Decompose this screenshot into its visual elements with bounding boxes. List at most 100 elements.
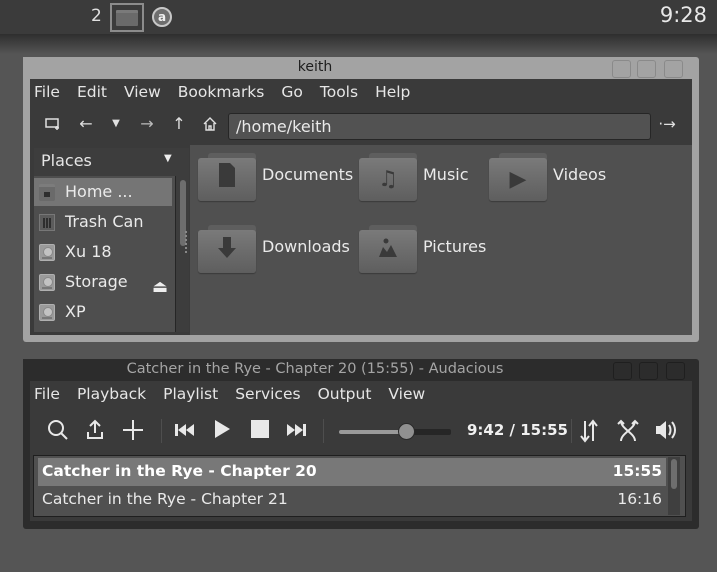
track-duration: 15:55 [612,462,662,480]
music-icon: ♫ [378,167,398,192]
back-icon[interactable]: ← [75,114,97,134]
clock[interactable]: 9:28 [660,3,707,27]
new-tab-icon[interactable] [42,116,64,136]
folder-name: Videos [553,165,607,184]
file-manager-window: keith File Edit View Bookmarks Go Tools … [23,57,699,342]
up-icon[interactable]: ↑ [168,114,190,134]
scrollbar-thumb[interactable] [671,459,677,489]
stop-icon[interactable] [247,419,273,444]
menu-playback[interactable]: Playback [74,381,153,407]
close-button[interactable] [664,60,683,78]
places-header[interactable]: Places ▼ [34,148,189,176]
menu-go[interactable]: Go [278,79,310,105]
seek-handle[interactable] [398,423,415,440]
audacious-tray-icon[interactable]: a [152,7,172,27]
close-button[interactable] [666,362,685,380]
sidebar-scrollbar[interactable] [175,176,189,332]
forward-icon[interactable]: → [136,114,158,134]
folder-icon [359,225,417,273]
sidebar-item-home[interactable]: Home ... [34,178,172,206]
folder-icon: ▶ [489,153,547,201]
next-track-icon[interactable] [284,419,310,443]
folder-name: Music [423,165,469,184]
menu-help[interactable]: Help [372,79,417,105]
menu-bookmarks[interactable]: Bookmarks [175,79,272,105]
add-files-icon[interactable] [120,419,146,446]
playlist-row[interactable]: Catcher in the Rye - Chapter 21 16:16 [38,486,666,514]
drive-icon [39,274,55,291]
document-icon [198,163,256,198]
seek-slider[interactable] [339,423,451,440]
places-label: Places [41,151,92,170]
menu-bar: File Playback Playlist Services Output V… [30,381,432,407]
window-title: keith [23,57,607,78]
menu-playlist[interactable]: Playlist [160,381,225,407]
sidebar-item-label: Trash Can [65,212,144,231]
track-title: Catcher in the Rye - Chapter 21 [42,490,288,508]
audacious-body: File Playback Playlist Services Output V… [30,381,692,521]
address-bar[interactable]: /home/keith [228,113,651,140]
shuffle-icon[interactable] [615,419,641,448]
search-icon[interactable] [45,419,71,446]
toolbar-separator [571,419,572,443]
volume-icon[interactable] [653,419,679,446]
menu-tools[interactable]: Tools [317,79,365,105]
toolbar-separator [323,419,324,443]
menu-file[interactable]: File [31,381,67,407]
drive-icon [39,304,55,321]
sidebar-item-label: XP [65,302,86,321]
playlist-scrollbar[interactable] [668,457,680,515]
pictures-icon [359,235,417,270]
window-title[interactable]: Catcher in the Rye - Chapter 20 (15:55) … [23,359,607,380]
home-folder-icon [39,184,55,201]
playlist: Catcher in the Rye - Chapter 20 15:55 Ca… [33,455,686,517]
minimize-button[interactable] [613,362,632,380]
player-toolbar: 9:42 / 15:55 [30,411,692,451]
menu-view[interactable]: View [385,381,432,407]
history-dropdown-icon[interactable]: ▼ [105,114,127,134]
workspace-number[interactable]: 2 [91,6,102,26]
folder-icon [116,10,138,26]
open-files-icon[interactable] [82,419,108,446]
folder-name: Pictures [423,237,487,256]
sidebar-item-xp[interactable]: XP [34,298,172,326]
home-icon[interactable] [199,116,221,137]
pane-resize-handle[interactable] [185,231,187,253]
chevron-down-icon[interactable]: ▼ [164,153,172,164]
file-manager-body: File Edit View Bookmarks Go Tools Help ←… [30,79,692,335]
menu-file[interactable]: File [31,79,67,105]
sidebar-item-label: Home ... [65,182,133,201]
workspace-switcher[interactable] [110,3,144,32]
go-arrow-icon[interactable]: ·→ [656,115,678,133]
toolbar-separator [161,419,162,443]
drive-icon [39,244,55,261]
menu-services[interactable]: Services [232,381,307,407]
menu-edit[interactable]: Edit [74,79,114,105]
sidebar-item-label: Xu 18 [65,242,112,261]
maximize-button[interactable] [639,362,658,380]
top-panel: 2 a 9:28 [0,0,717,34]
panel-shadow [0,34,717,54]
menu-output[interactable]: Output [315,381,379,407]
download-icon [198,235,256,270]
folder-icon: ♫ [359,153,417,201]
time-display: 9:42 / 15:55 [467,421,568,439]
folder-icon [198,153,256,201]
play-icon[interactable] [209,419,235,444]
minimize-button[interactable] [612,60,631,78]
sidebar-item-trash[interactable]: Trash Can [34,208,172,236]
playlist-row[interactable]: Catcher in the Rye - Chapter 20 15:55 [38,458,666,486]
repeat-icon[interactable] [576,419,602,448]
seek-progress [339,430,407,434]
file-view: Documents ♫ Music ▶ Videos Downloads Pic… [190,145,692,335]
sidebar-item-label: Storage [65,272,128,291]
menu-view[interactable]: View [121,79,168,105]
maximize-button[interactable] [637,60,656,78]
video-icon: ▶ [509,167,527,192]
folder-name: Downloads [262,237,350,256]
track-title: Catcher in the Rye - Chapter 20 [42,462,317,480]
previous-track-icon[interactable] [171,419,197,443]
folder-icon [198,225,256,273]
eject-icon[interactable]: ⏏ [152,277,168,297]
sidebar-item-xu18[interactable]: Xu 18 [34,238,172,266]
